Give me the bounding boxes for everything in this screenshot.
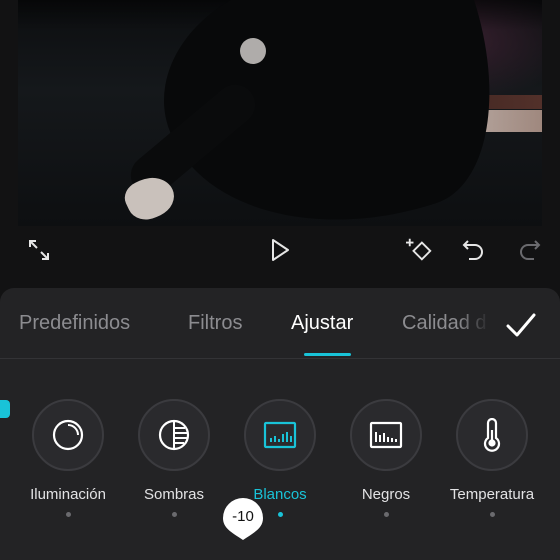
shadows-icon xyxy=(138,399,210,471)
tab-divider xyxy=(0,358,560,359)
tool-iluminacion[interactable]: Iluminación xyxy=(13,399,123,517)
adjust-panel: Predefinidos Filtros Ajustar Calidad d I… xyxy=(0,288,560,560)
video-preview[interactable] xyxy=(18,0,542,226)
brightness-icon xyxy=(32,399,104,471)
active-tab-indicator xyxy=(304,353,351,356)
tool-label: Iluminación xyxy=(30,486,106,503)
edge-badge xyxy=(0,400,10,418)
tool-dot xyxy=(277,512,283,517)
slider-value: -10 xyxy=(232,508,254,525)
tool-label: Sombras xyxy=(143,486,205,503)
thermometer-icon xyxy=(456,399,528,471)
tool-label: Temperatura xyxy=(449,486,535,503)
tab-predefinidos[interactable]: Predefinidos xyxy=(19,312,130,335)
blacks-histogram-icon xyxy=(350,399,422,471)
tool-dot xyxy=(489,512,495,517)
tab-filtros[interactable]: Filtros xyxy=(188,312,242,335)
tool-temperatura[interactable]: Temperatura xyxy=(437,399,547,517)
tool-negros[interactable]: Negros xyxy=(331,399,441,517)
tool-dot xyxy=(171,512,177,517)
player-controls xyxy=(0,226,560,274)
confirm-check-icon[interactable] xyxy=(504,308,538,342)
tool-dot xyxy=(383,512,389,517)
undo-icon[interactable] xyxy=(460,236,488,264)
video-editor-screen: Predefinidos Filtros Ajustar Calidad d I… xyxy=(0,0,560,560)
tool-dot xyxy=(65,512,71,517)
play-icon[interactable] xyxy=(266,236,294,264)
tab-bar: Predefinidos Filtros Ajustar Calidad d xyxy=(0,288,560,358)
tool-sombras[interactable]: Sombras xyxy=(119,399,229,517)
whites-histogram-icon xyxy=(244,399,316,471)
redo-icon[interactable] xyxy=(515,236,543,264)
fullscreen-icon[interactable] xyxy=(25,236,53,264)
tab-fade-overlay xyxy=(458,302,498,342)
add-keyframe-icon[interactable] xyxy=(406,236,434,264)
tab-ajustar[interactable]: Ajustar xyxy=(291,312,353,335)
tool-label: Negros xyxy=(361,486,411,503)
